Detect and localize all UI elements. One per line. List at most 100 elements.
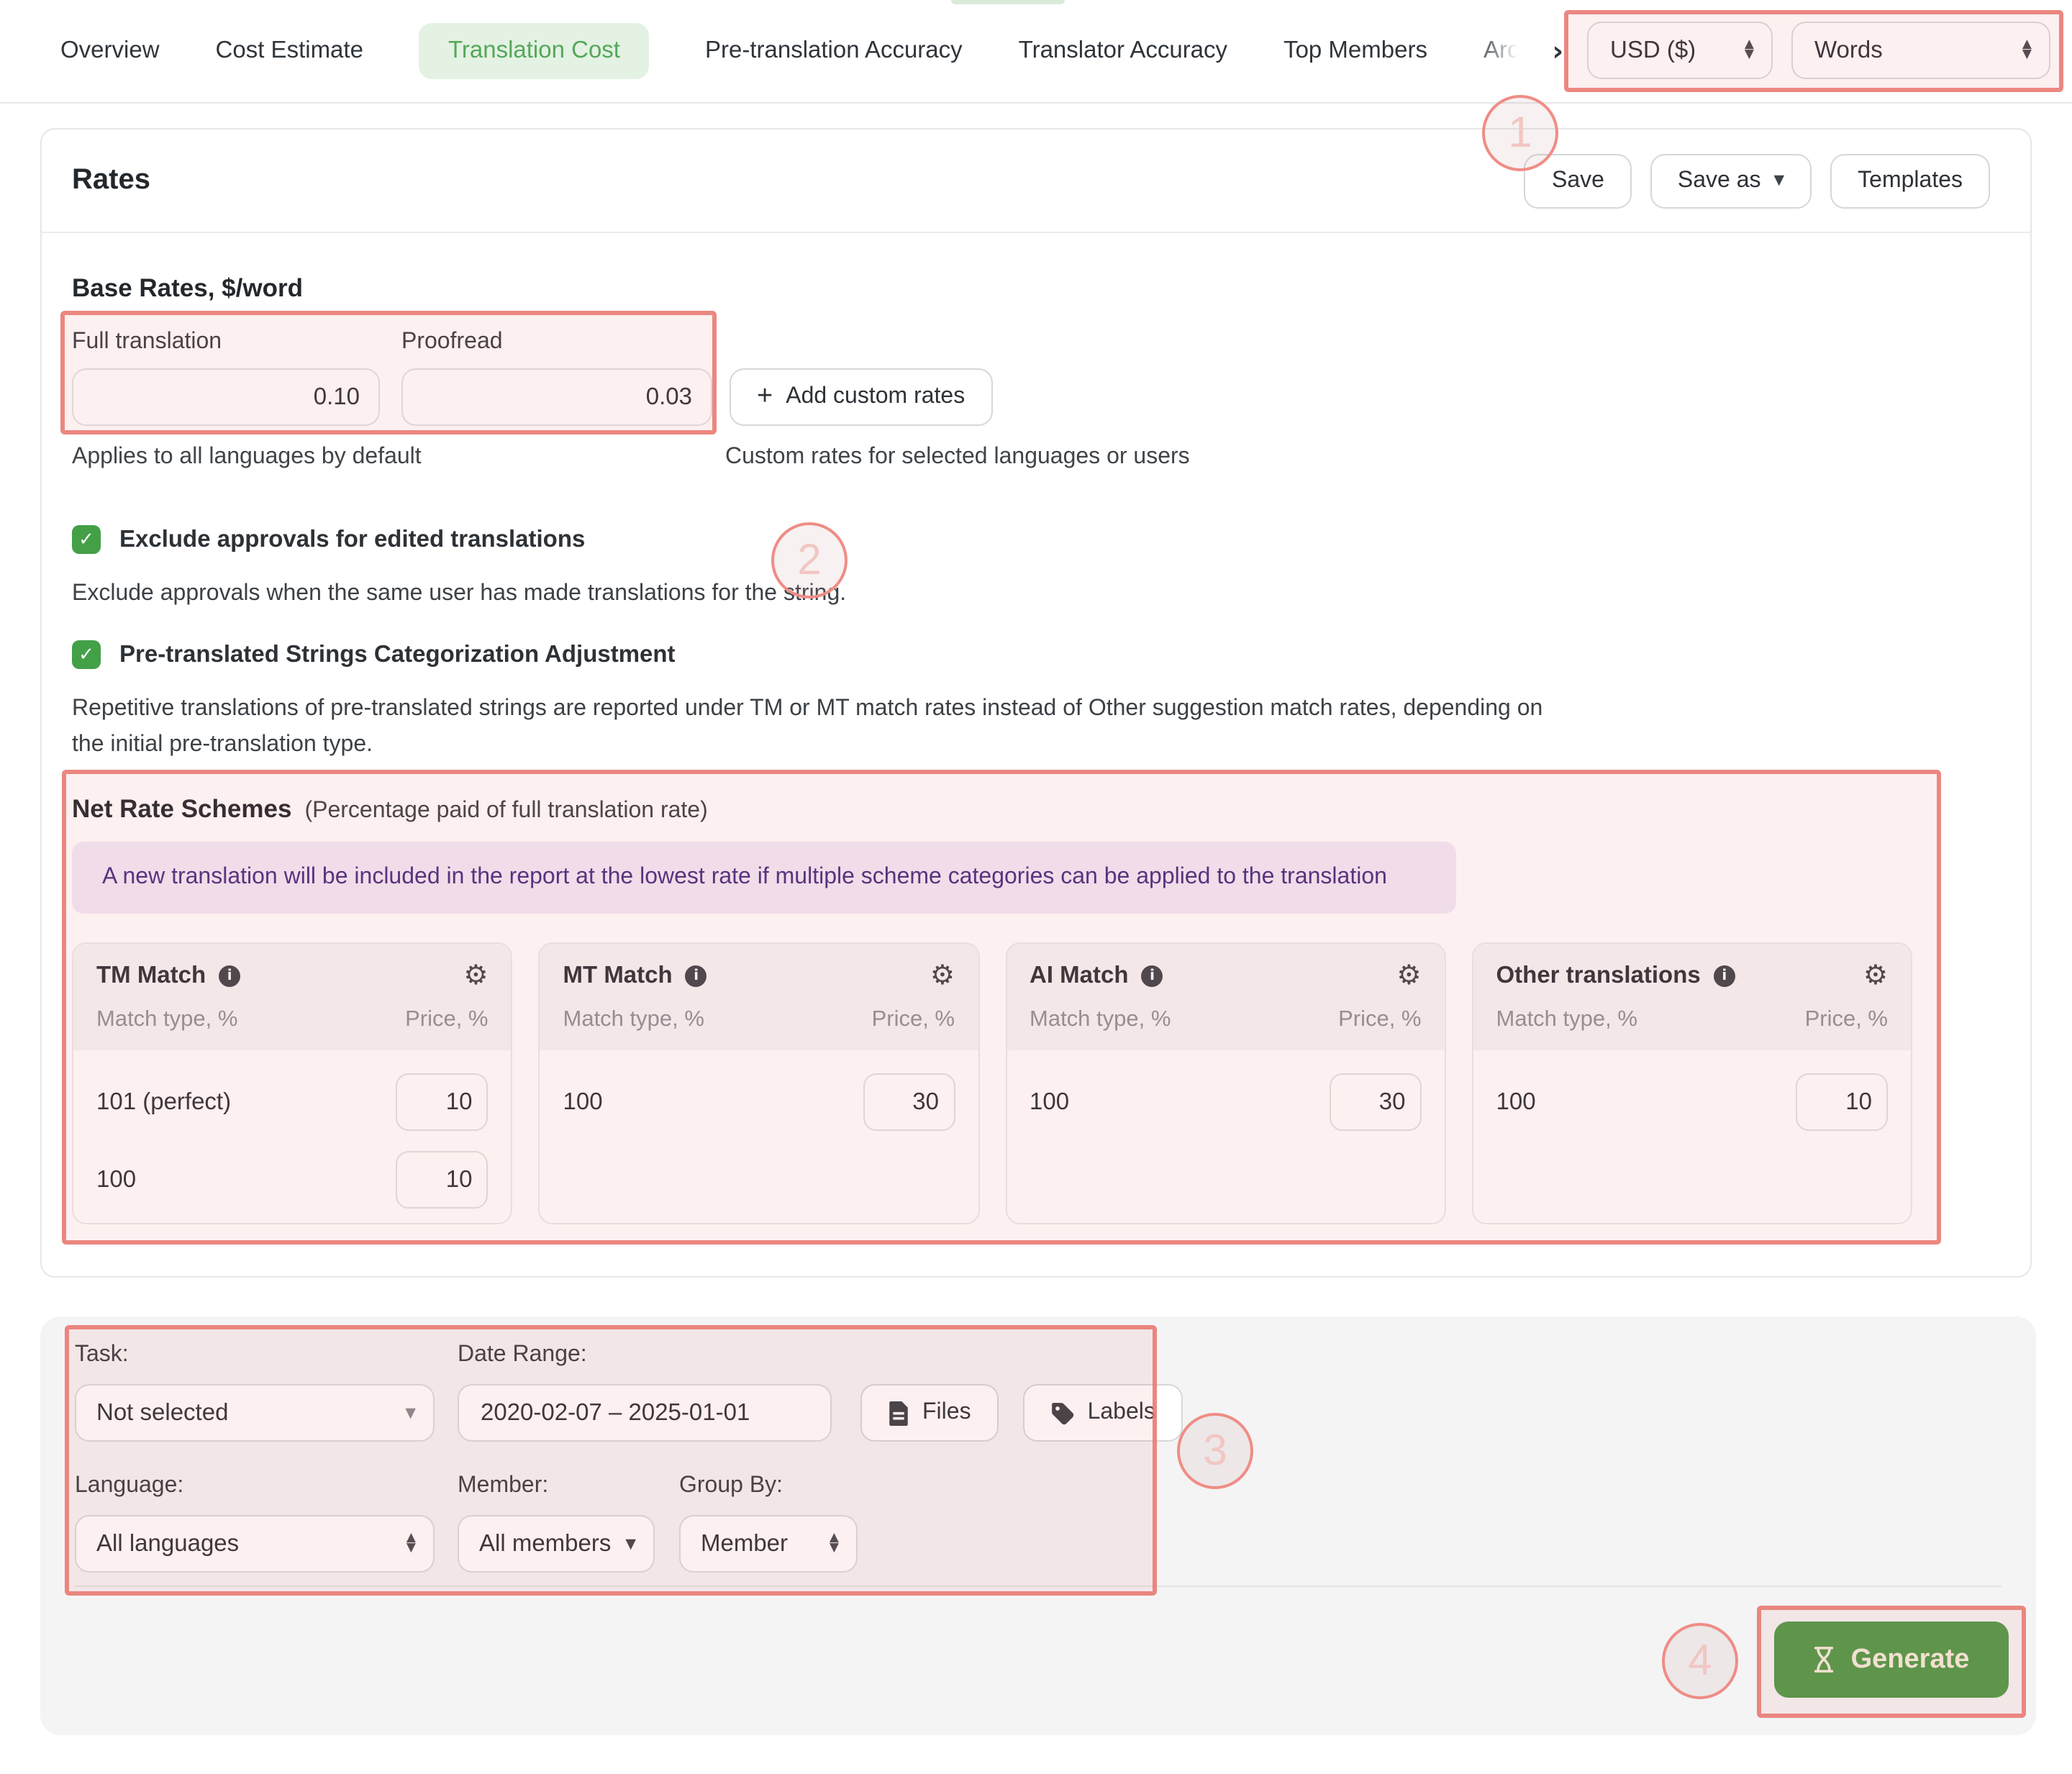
task-select[interactable]: Not selected [75,1384,435,1442]
full-translation-label: Full translation [72,329,222,354]
member-select[interactable]: All members [458,1515,655,1573]
mt-match-title: MT Match [563,963,673,988]
info-icon[interactable] [685,965,707,987]
info-icon[interactable] [1713,965,1735,987]
other-translations-card: Other translations Match type, % Price, … [1471,942,1912,1224]
info-icon[interactable] [219,965,241,987]
price-header: Price, % [871,1007,955,1032]
rates-card-header: Rates Save Save as Templates [42,129,2030,233]
updown-icon [830,1534,839,1554]
match-type-header: Match type, % [563,1007,704,1032]
tab-translator-accuracy[interactable]: Translator Accuracy [1019,37,1227,65]
ai-match-card: AI Match Match type, % Price, % 100 [1005,942,1446,1224]
page: Overview Cost Estimate Translation Cost … [0,0,2072,1774]
price-input[interactable] [396,1151,489,1209]
proofread-label: Proofread [401,329,503,354]
pretranslated-adjustment-description: Repetitive translations of pre-translate… [72,696,1543,757]
gear-icon[interactable] [463,963,488,990]
pretranslated-adjustment-checkbox[interactable] [72,640,101,669]
match-type-header: Match type, % [1030,1007,1171,1032]
report-tabs: Overview Cost Estimate Translation Cost … [0,23,1563,79]
tab-top-members[interactable]: Top Members [1283,37,1427,65]
price-header: Price, % [1804,1007,1888,1032]
report-tabbar: Overview Cost Estimate Translation Cost … [0,0,2072,104]
member-value: All members [479,1530,612,1556]
option-pretranslated-adjustment: Pre-translated Strings Categorization Ad… [72,640,2000,763]
match-type-header: Match type, % [96,1007,238,1032]
group-by-select[interactable]: Member [679,1515,858,1573]
tab-overview[interactable]: Overview [60,37,160,65]
mt-match-card: MT Match Match type, % Price, % 100 [538,942,979,1224]
base-rates-heading: Base Rates, $/word [72,273,303,302]
language-value: All languages [96,1530,240,1556]
currency-value: USD ($) [1610,37,1696,63]
panel-divider [75,1586,2001,1587]
member-label: Member: [458,1473,549,1498]
full-translation-rate-input[interactable] [72,368,380,426]
caret-down-icon [1774,173,1785,188]
net-rate-schemes-subtitle: (Percentage paid of full translation rat… [304,799,708,823]
generate-button[interactable]: Generate [1774,1621,2009,1698]
match-type-value: 101 (perfect) [96,1088,232,1114]
currency-select[interactable]: USD ($) [1587,22,1773,79]
chevron-right-icon[interactable]: › [1552,35,1563,67]
base-rates-note-right: Custom rates for selected languages or u… [725,445,1190,469]
language-select[interactable]: All languages [75,1515,435,1573]
unit-select[interactable]: Words [1791,22,2050,79]
date-range-input[interactable] [458,1384,832,1442]
price-input[interactable] [1796,1073,1888,1131]
gear-icon[interactable] [1863,963,1888,990]
gear-icon[interactable] [930,963,955,990]
group-by-label: Group By: [679,1473,783,1498]
base-rates-row: Full translation Proofread + Add custom … [72,329,2000,426]
table-row: 100 [1030,1073,1422,1131]
exclude-approvals-checkbox[interactable] [72,525,101,554]
add-custom-rates-label: Add custom rates [786,384,965,409]
caret-down-icon [405,1405,416,1421]
proofread-rate-input[interactable] [401,368,712,426]
labels-label: Labels [1087,1400,1155,1424]
match-type-value: 100 [563,1088,603,1114]
price-header: Price, % [1338,1007,1422,1032]
files-label: Files [922,1400,971,1424]
updown-icon [406,1534,416,1554]
file-icon [889,1401,908,1425]
net-rate-schemes-title: Net Rate Schemes [72,794,292,823]
tm-match-title: TM Match [96,963,206,988]
rates-card-actions: Save Save as Templates [1524,153,1990,208]
tab-cost-estimate[interactable]: Cost Estimate [216,37,363,65]
save-button[interactable]: Save [1524,153,1632,208]
hourglass-icon [1814,1647,1834,1673]
full-translation-field: Full translation [72,329,380,426]
price-input[interactable] [396,1073,489,1131]
table-row: 100 [563,1073,955,1131]
proofread-field: Proofread [401,329,712,426]
tab-translation-cost[interactable]: Translation Cost [419,23,649,79]
table-row: 100 [96,1151,489,1209]
match-type-value: 100 [1030,1088,1070,1114]
date-range-label: Date Range: [458,1342,587,1367]
table-row: 101 (perfect) [96,1073,489,1131]
files-button[interactable]: Files [860,1384,999,1442]
option-exclude-approvals: Exclude approvals for edited translation… [72,525,2000,611]
report-unit-controls: USD ($) Words [1587,22,2050,79]
price-input[interactable] [863,1073,955,1131]
gear-icon[interactable] [1396,963,1421,990]
tag-icon [1051,1402,1073,1424]
lowest-rate-info-banner: A new translation will be included in th… [72,842,1456,914]
labels-button[interactable]: Labels [1022,1384,1183,1442]
price-input[interactable] [1329,1073,1422,1131]
add-custom-rates-button[interactable]: + Add custom rates [730,368,993,426]
save-as-label: Save as [1677,168,1761,192]
base-rates-note-left: Applies to all languages by default [72,445,422,469]
other-translations-title: Other translations [1496,963,1701,988]
info-icon[interactable] [1141,965,1163,987]
save-as-button[interactable]: Save as [1650,153,1812,208]
table-row: 100 [1496,1073,1888,1131]
plus-icon: + [757,381,773,411]
templates-button[interactable]: Templates [1830,153,1990,208]
match-type-header: Match type, % [1496,1007,1637,1032]
filter-row-language: Language: All languages Member: All memb… [75,1473,2001,1573]
tab-archived-truncated[interactable]: Arc [1483,37,1519,65]
tab-pre-translation-accuracy[interactable]: Pre-translation Accuracy [705,37,963,65]
